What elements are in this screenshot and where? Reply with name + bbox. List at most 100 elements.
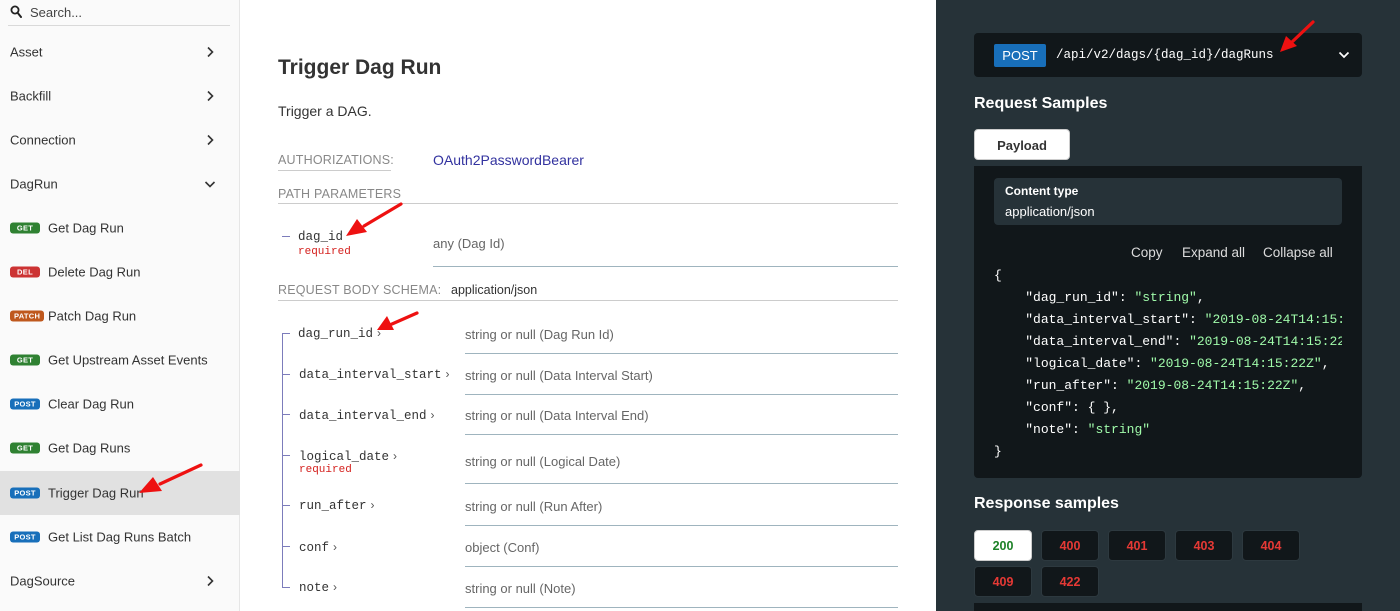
request-samples-title: Request Samples (974, 95, 1108, 112)
payload-tab[interactable]: Payload (974, 129, 1070, 160)
chevron-right-icon (207, 46, 214, 58)
response-tab-200[interactable]: 200 (974, 530, 1032, 561)
method-badge-del: DEL (10, 266, 40, 278)
expand-all-button[interactable]: Expand all (1182, 245, 1245, 260)
sidebar-item-delete-dag-run[interactable]: DEL Delete Dag Run (0, 250, 240, 294)
method-badge-get: GET (10, 222, 40, 234)
sidebar-item-clear-dag-run[interactable]: POST Clear Dag Run (0, 382, 240, 426)
authorizations-underline (278, 170, 391, 171)
response-tab-400[interactable]: 400 (1041, 530, 1099, 561)
samples-panel: POST /api/v2/dags/{dag_id}/dagRuns Reque… (936, 0, 1400, 611)
divider (465, 566, 898, 567)
method-badge-get: GET (10, 354, 40, 366)
path-parameters-label: PATH PARAMETERS (278, 187, 402, 201)
sidebar-item-get-list-dag-runs-batch[interactable]: POST Get List Dag Runs Batch (0, 515, 240, 559)
method-badge-patch: PATCH (10, 310, 45, 322)
tree-tick (282, 236, 290, 237)
sidebar-item-get-dag-runs[interactable]: GET Get Dag Runs (0, 426, 240, 470)
sidebar-item-label: Asset (10, 44, 43, 60)
collapse-all-button[interactable]: Collapse all (1263, 245, 1333, 260)
tree-tick (282, 546, 290, 547)
divider (465, 353, 898, 354)
response-tab-422[interactable]: 422 (1041, 566, 1099, 597)
tree-tick (282, 414, 290, 415)
response-tab-403[interactable]: 403 (1175, 530, 1233, 561)
field-name-run-after[interactable]: run_after › (299, 498, 375, 513)
sidebar-item-label: Get Dag Run (48, 220, 124, 236)
tree-tick (282, 505, 290, 506)
request-body-schema-label: REQUEST BODY SCHEMA: (278, 283, 442, 297)
divider (465, 394, 898, 395)
divider (278, 203, 898, 204)
field-name-logical-date[interactable]: logical_date › (299, 449, 397, 464)
chevron-down-icon[interactable] (1338, 50, 1350, 60)
search-input[interactable] (30, 3, 220, 21)
field-name-data-interval-start[interactable]: data_interval_start › (299, 367, 450, 382)
field-type: string or null (Dag Run Id) (465, 327, 614, 342)
sidebar-item-connection[interactable]: Connection (0, 118, 240, 162)
operation-details: Trigger Dag Run Trigger a DAG. AUTHORIZA… (240, 0, 936, 611)
method-badge-get: GET (10, 442, 40, 454)
sidebar-item-label: DagSource (10, 573, 76, 589)
sidebar-item-label: Get Dag Runs (48, 440, 131, 456)
method-badge-post: POST (10, 398, 40, 410)
sidebar-item-dagrun[interactable]: DagRun (0, 162, 240, 206)
sidebar: Asset Backfill Connection DagRun GET Get… (0, 0, 240, 611)
field-type: object (Conf) (465, 540, 540, 555)
copy-button[interactable]: Copy (1131, 245, 1163, 260)
sidebar-item-label: Patch Dag Run (48, 308, 137, 324)
sidebar-item-label: Get Upstream Asset Events (48, 352, 208, 368)
operation-description: Trigger a DAG. (278, 103, 372, 119)
body-schema-content-type: application/json (451, 283, 538, 297)
required-label: required (298, 246, 351, 258)
response-tab-409[interactable]: 409 (974, 566, 1032, 597)
content-type-label: Content type (1005, 184, 1079, 198)
sidebar-item-label: Get List Dag Runs Batch (48, 529, 192, 545)
sidebar-item-get-dag-run[interactable]: GET Get Dag Run (0, 206, 240, 250)
divider (278, 300, 898, 301)
response-sample-box (974, 603, 1362, 611)
sidebar-item-trigger-dag-run[interactable]: POST Trigger Dag Run (0, 471, 240, 515)
json-line: "logical_date": "2019-08-24T14:15:22Z", (1025, 356, 1330, 371)
response-tab-401[interactable]: 401 (1108, 530, 1166, 561)
request-sample-box: Content type application/json Copy Expan… (974, 166, 1362, 478)
sidebar-item-backfill[interactable]: Backfill (0, 74, 240, 118)
required-label: required (299, 464, 352, 476)
divider (465, 525, 898, 526)
chevron-right-icon (207, 134, 214, 146)
tree-tick (282, 455, 290, 456)
authorization-link[interactable]: OAuth2PasswordBearer (433, 152, 584, 168)
field-name-note[interactable]: note › (299, 580, 337, 595)
sidebar-item-label: Backfill (10, 88, 52, 104)
tree-line (282, 333, 283, 588)
field-name-dag-run-id[interactable]: dag_run_id › (298, 326, 381, 341)
sidebar-item-asset[interactable]: Asset (0, 30, 240, 74)
tree-tick (282, 587, 290, 588)
tree-tick (282, 374, 290, 375)
divider (465, 434, 898, 435)
field-type: string or null (Data Interval Start) (465, 368, 653, 383)
json-line: "run_after": "2019-08-24T14:15:22Z", (1025, 378, 1307, 393)
field-name-data-interval-end[interactable]: data_interval_end › (299, 408, 435, 423)
search-bar (8, 0, 230, 26)
endpoint-path: /api/v2/dags/{dag_id}/dagRuns (1056, 48, 1274, 62)
page-title: Trigger Dag Run (278, 56, 442, 79)
search-icon (10, 5, 22, 18)
json-line: "note": "string" (1025, 422, 1151, 437)
sidebar-item-get-upstream-asset-events[interactable]: GET Get Upstream Asset Events (0, 338, 240, 382)
sidebar-item-label: Delete Dag Run (48, 264, 141, 280)
field-name-conf[interactable]: conf › (299, 540, 337, 555)
json-line: "dag_run_id": "string", (1025, 290, 1205, 305)
field-type: string or null (Run After) (465, 499, 603, 514)
content-type-value: application/json (1005, 204, 1095, 219)
sidebar-item-label: Clear Dag Run (48, 396, 134, 412)
response-tab-404[interactable]: 404 (1242, 530, 1300, 561)
chevron-down-icon (204, 181, 216, 188)
param-name-dag-id: dag_id (298, 230, 344, 244)
sidebar-item-patch-dag-run[interactable]: PATCH Patch Dag Run (0, 294, 240, 338)
endpoint-bar[interactable]: POST /api/v2/dags/{dag_id}/dagRuns (974, 33, 1362, 77)
sidebar-item-label: Connection (10, 132, 76, 148)
method-badge-post: POST (10, 531, 40, 543)
sidebar-item-dagsource[interactable]: DagSource (0, 559, 240, 603)
chevron-right-icon (207, 90, 214, 102)
